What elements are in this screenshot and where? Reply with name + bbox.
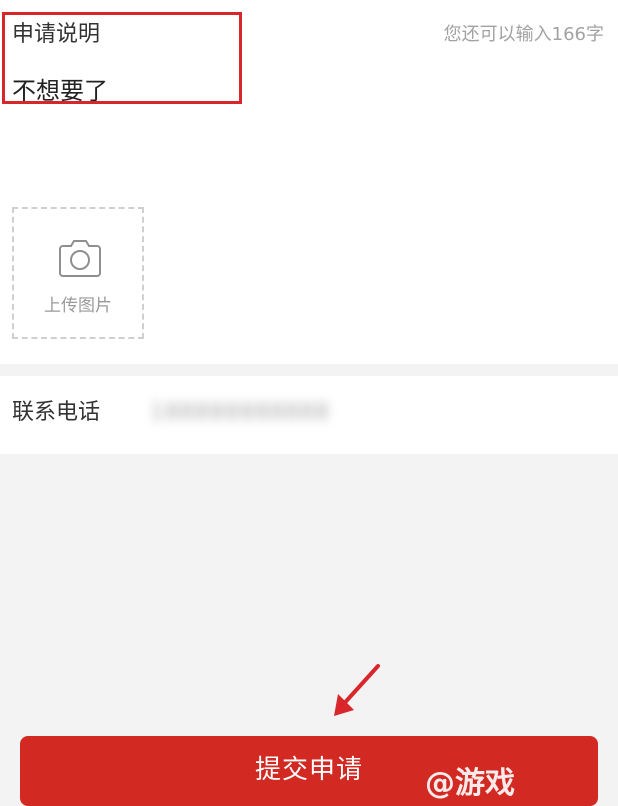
watermark-text: @游戏 <box>425 766 515 801</box>
remaining-characters: 您还可以输入166字 <box>443 24 604 45</box>
contact-phone-input[interactable]: 188888888888 <box>150 398 330 428</box>
upload-image-button[interactable]: 上传图片 <box>12 207 144 339</box>
application-card: 申请说明 您还可以输入166字 不想要了 上传图片 <box>0 0 618 364</box>
contact-phone-label: 联系电话 <box>12 400 101 425</box>
annotation-arrow-icon <box>334 664 380 716</box>
contact-phone-row: 联系电话 188888888888 <box>0 376 618 454</box>
annotation-highlight <box>2 12 242 104</box>
upload-image-label: 上传图片 <box>44 296 112 316</box>
camera-icon <box>59 240 101 277</box>
